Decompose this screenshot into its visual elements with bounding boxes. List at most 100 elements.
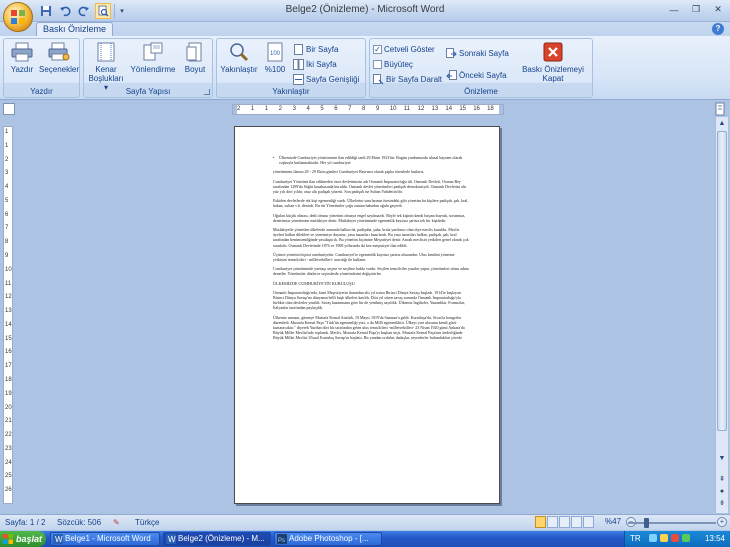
ruler-tick-label: 23	[5, 445, 12, 452]
start-label: başlat	[16, 534, 43, 544]
restore-icon[interactable]: ❐	[686, 2, 706, 17]
outline-view-icon[interactable]	[571, 516, 582, 528]
ruler-tick-label: 16	[5, 349, 12, 356]
title-bar: ▾ Belge2 (Önizleme) - Microsoft Word — ❐…	[0, 0, 730, 32]
tray-network-icon[interactable]	[649, 534, 657, 542]
zoom-in-icon[interactable]: +	[717, 517, 727, 527]
paragraph: Cumhuriyet yönetiminde yurttaşı seçme ve…	[273, 266, 469, 277]
ruler-tick-label: 3	[5, 170, 9, 177]
one-page-button[interactable]: Bir Sayfa	[293, 43, 338, 56]
tray-security-icon[interactable]	[671, 534, 679, 542]
tab-selector-button[interactable]	[3, 103, 15, 115]
scrollbar-thumb[interactable]	[717, 131, 727, 431]
options-icon	[47, 41, 71, 63]
scroll-down-icon[interactable]: ▼	[717, 453, 727, 464]
vertical-ruler[interactable]: 1 1 2 3 4 5 6 7 8 9 10 11 12 13 14 15 16 17 18 19 20 21 22 23 24…	[3, 126, 13, 504]
preview-page[interactable]: Ülkemizde Cumhuriyet yönetiminin ilan ed…	[234, 126, 500, 504]
taskbar-item-label: Belge1 - Microsoft Word	[65, 534, 151, 543]
vertical-scrollbar[interactable]: ▲ ▼ ⇞ ● ⇟	[715, 117, 728, 513]
ruler-right-margin	[499, 105, 503, 114]
language-indicator[interactable]: Türkçe	[135, 517, 159, 529]
ruler-tick-label: 1	[5, 142, 9, 149]
tray-language[interactable]: TR	[630, 534, 641, 543]
magnifier-checkbox[interactable]: Büyüteç	[373, 58, 413, 71]
page-setup-launcher-icon[interactable]	[204, 89, 210, 95]
tray-volume-icon[interactable]	[660, 534, 668, 542]
close-icon[interactable]: ✕	[708, 2, 728, 17]
print-button[interactable]: Yazdır	[7, 41, 37, 74]
ruler-tick-label: 2	[278, 106, 283, 112]
ruler-tick-label: 26	[5, 487, 12, 494]
tray-app-icon[interactable]	[682, 534, 690, 542]
draft-view-icon[interactable]	[583, 516, 594, 528]
window-controls: — ❐ ✕	[664, 2, 728, 17]
next-page-button[interactable]: Sonraki Sayfa	[446, 47, 509, 60]
office-button[interactable]	[3, 2, 33, 32]
two-pages-icon	[293, 59, 304, 70]
group-print: Yazdır Seçenekler Yazdır	[3, 38, 80, 98]
page-width-label: Sayfa Genişliği	[306, 75, 360, 84]
next-page-label: Sonraki Sayfa	[459, 49, 509, 58]
horizontal-ruler[interactable]: 2 1 1 2 3 4 5 6 7 8 9 10 11 12 13 14 15 16 18	[232, 104, 504, 115]
taskbar-item-photoshop[interactable]: Ps Adobe Photoshop - [...	[274, 532, 382, 546]
tray-icons	[649, 534, 690, 542]
zoom-100-button[interactable]: 100 %100	[261, 41, 289, 74]
zoom-slider-thumb[interactable]	[644, 518, 650, 528]
group-preview: ✓ Cetveli Göster Büyüteç Bir Sayfa Daral…	[369, 38, 593, 98]
word-count[interactable]: Sözcük: 506	[57, 517, 101, 529]
two-pages-label: İki Sayfa	[306, 60, 337, 69]
close-preview-label-2: Kapat	[542, 74, 564, 83]
page-count[interactable]: Sayfa: 1 / 2	[5, 517, 45, 529]
previous-page-button[interactable]: Önceki Sayfa	[446, 69, 507, 82]
ruler-tick-label: 5	[320, 106, 324, 112]
ruler-tick-label: 17	[5, 363, 12, 370]
page-width-button[interactable]: Sayfa Genişliği	[293, 73, 359, 86]
paragraph: Mutlakiyetle yönetilen ülkelerde zamanla…	[273, 227, 469, 248]
scroll-up-icon[interactable]: ▲	[717, 118, 727, 129]
view-ruler-icon[interactable]	[714, 102, 726, 116]
ruler-tick-label: 4	[306, 106, 310, 112]
ruler-tick-label: 25	[5, 473, 12, 480]
shrink-page-icon	[373, 74, 384, 85]
close-preview-button[interactable]: Baskı Önizlemeyi Kapat	[516, 41, 590, 83]
full-screen-reading-view-icon[interactable]	[547, 516, 558, 528]
two-pages-button[interactable]: İki Sayfa	[293, 58, 337, 71]
next-browse-icon[interactable]: ⇟	[717, 498, 727, 509]
zoom-level[interactable]: %47	[605, 517, 621, 526]
tab-print-preview[interactable]: Baskı Önizleme	[36, 22, 114, 36]
document-area[interactable]: Ülkemizde Cumhuriyet yönetiminin ilan ed…	[17, 117, 713, 513]
ruler-tick-label: 10	[389, 106, 397, 112]
ruler-tick-label: 4	[5, 184, 9, 191]
shrink-one-page-button[interactable]: Bir Sayfa Daralt	[373, 73, 442, 86]
web-layout-view-icon[interactable]	[559, 516, 570, 528]
photoshop-icon: Ps	[277, 534, 287, 544]
ruler-tick-label: 14	[5, 321, 12, 328]
zoom-100-icon: 100	[263, 41, 287, 63]
previous-browse-icon[interactable]: ⇞	[717, 474, 727, 485]
paragraph: Ülkemizde Cumhuriyet yönetiminin ilan ed…	[273, 155, 469, 165]
ruler-tick-label: 20	[5, 404, 12, 411]
size-button[interactable]: Boyut	[180, 41, 210, 74]
print-layout-view-icon[interactable]	[535, 516, 546, 528]
orientation-button[interactable]: Yönlendirme	[130, 41, 176, 74]
options-button[interactable]: Seçenekler	[39, 41, 79, 74]
taskbar-item-word1[interactable]: W Belge1 - Microsoft Word	[50, 532, 160, 546]
paragraph: Cumhuriyet Yönetimi ilan edilmeden önce …	[273, 178, 467, 195]
zoom-button[interactable]: Yakınlaştır	[219, 41, 259, 74]
group-zoom: Yakınlaştır 100 %100 Bir Sayfa İki Sayfa…	[216, 38, 366, 98]
taskbar-item-word2[interactable]: W Belge2 (Önizleme) - M...	[163, 532, 271, 546]
ruler-tick-label: 22	[5, 432, 12, 439]
margins-button[interactable]: Kenar Boşlukları ▾	[86, 41, 126, 92]
show-ruler-checkbox[interactable]: ✓ Cetveli Göster	[373, 43, 435, 56]
paragraph: Üçüncü yönetim biçimi cumhuriyettir. Cum…	[273, 251, 455, 263]
previous-page-icon	[446, 70, 457, 81]
help-icon[interactable]: ?	[712, 23, 724, 35]
proofing-icon[interactable]: ✎	[113, 517, 120, 529]
zoom-slider[interactable]	[628, 522, 716, 524]
window-title: Belge2 (Önizleme) - Microsoft Word	[285, 4, 445, 15]
magnifier-icon	[227, 41, 251, 63]
start-button[interactable]: başlat	[0, 531, 46, 547]
select-browse-object-icon[interactable]: ●	[717, 486, 727, 497]
close-preview-icon	[541, 41, 565, 63]
minimize-icon[interactable]: —	[664, 2, 684, 17]
